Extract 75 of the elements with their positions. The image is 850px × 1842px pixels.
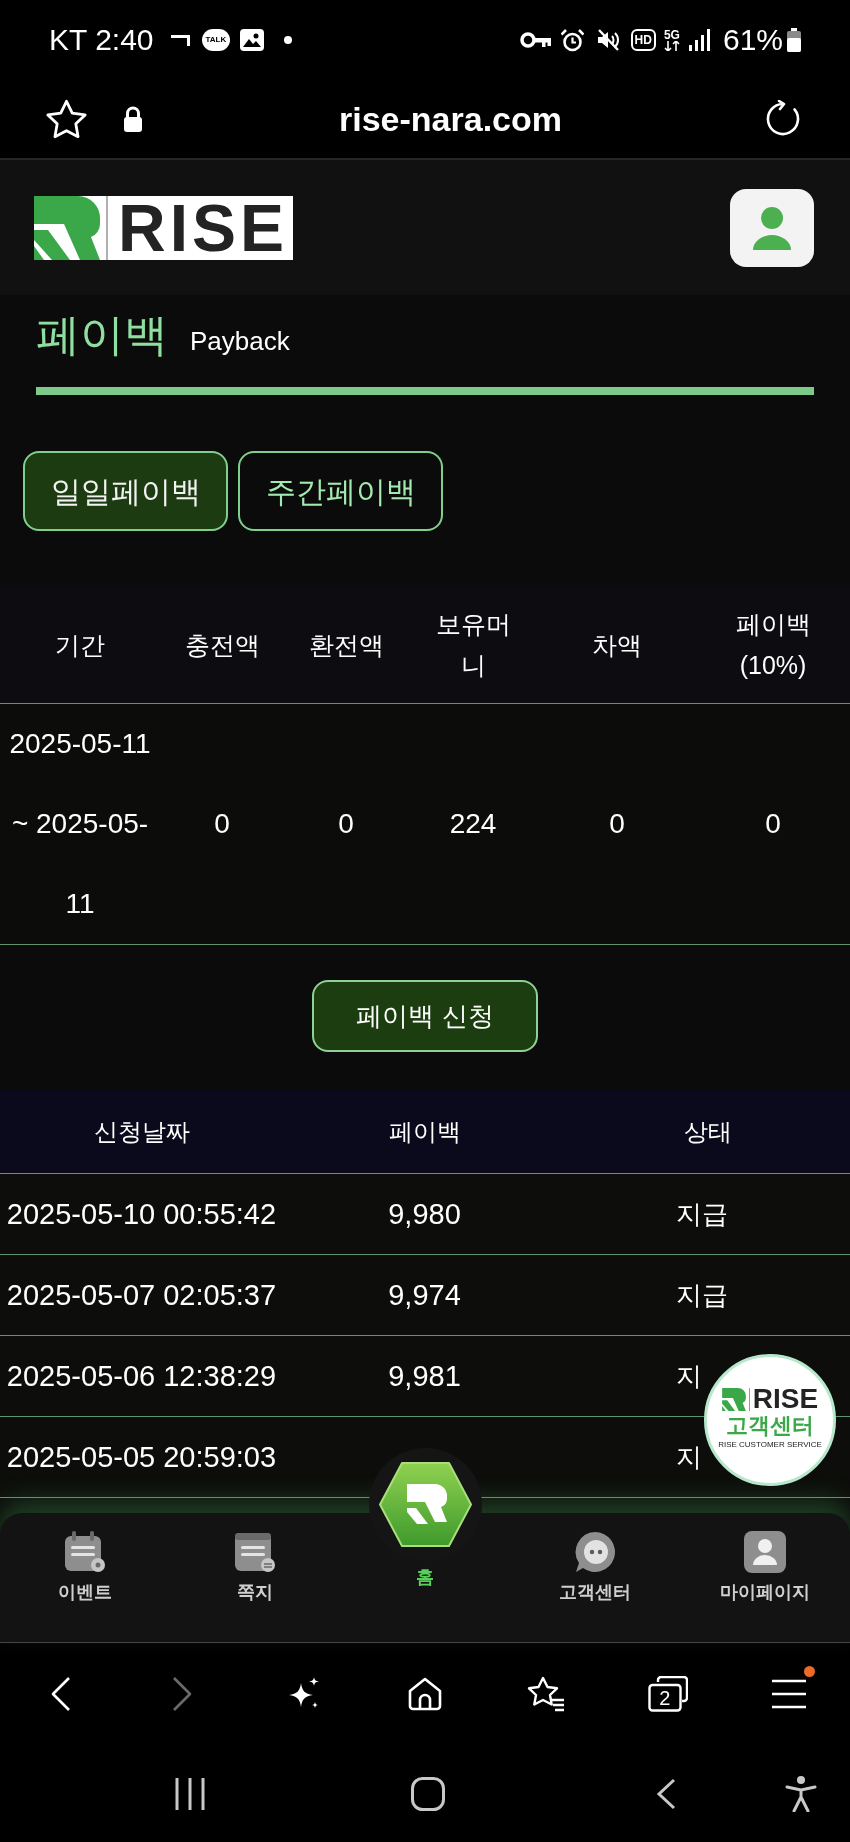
table-cell-text: 0 xyxy=(214,807,230,841)
apply-payback-button[interactable]: 페이백 신청 xyxy=(312,980,538,1052)
bookmarks-icon[interactable] xyxy=(527,1676,566,1712)
column-header: 기간 xyxy=(55,629,105,661)
calendar-icon xyxy=(64,1531,106,1573)
logo-mark-icon xyxy=(721,1387,746,1411)
table-cell-text: 0 xyxy=(609,807,625,841)
star-icon[interactable] xyxy=(46,99,87,139)
table-cell: 2025-05-10 00:55:42 xyxy=(6,1199,277,1229)
signal-icon xyxy=(688,29,711,51)
tab[interactable]: 일일페이백 xyxy=(23,451,228,531)
notification-dot-icon xyxy=(284,36,293,44)
nav-item[interactable]: 이벤트 xyxy=(58,1531,112,1603)
hd-indicator: HD xyxy=(630,29,656,51)
table-cell: 지 xyxy=(676,1363,702,1389)
recent-apps-icon[interactable] xyxy=(175,1777,205,1810)
table-cell-text: 2025-05-11 ~ 2025-05-11 xyxy=(8,727,152,921)
user-icon xyxy=(744,1531,786,1573)
network-type: 5G xyxy=(663,29,680,41)
nav-item[interactable]: 고객센터 xyxy=(559,1531,631,1603)
table-cell-text: 0 xyxy=(338,807,354,841)
column-header: 충전액 xyxy=(184,629,260,661)
lock-icon xyxy=(122,106,144,132)
table-cell: 9,981 xyxy=(388,1361,461,1391)
logo-text: RISE xyxy=(118,195,289,260)
tabs-button[interactable]: 2 xyxy=(647,1676,688,1712)
bracket-icon xyxy=(170,34,190,46)
alarm-icon xyxy=(560,28,584,52)
home-icon[interactable] xyxy=(411,1776,445,1811)
support-caption: RISE CUSTOMER SERVICE xyxy=(718,1440,822,1449)
notepad-icon xyxy=(234,1531,276,1573)
refresh-icon[interactable] xyxy=(764,100,802,138)
key-icon xyxy=(519,32,551,48)
nav-item[interactable]: 쪽지 xyxy=(234,1531,276,1603)
tab[interactable]: 주간페이백 xyxy=(238,451,443,531)
data-arrows-icon xyxy=(663,41,680,51)
table-cell: 2025-05-05 20:59:03 xyxy=(6,1442,277,1472)
column-header: 신청날짜 xyxy=(93,1119,190,1144)
rise-logo[interactable]: RISE xyxy=(34,195,293,260)
table-cell: 2025-05-07 02:05:37 xyxy=(6,1280,277,1310)
menu-icon xyxy=(772,1679,807,1709)
table-cell: 9,974 xyxy=(388,1280,461,1310)
column-header: 페이백(10%) xyxy=(734,609,812,681)
column-header: 차액 xyxy=(592,629,642,661)
column-header: 페이백 xyxy=(388,1119,461,1144)
table-cell: 지급 xyxy=(676,1201,728,1227)
page-subtitle: Payback xyxy=(190,328,290,354)
accessibility-icon[interactable] xyxy=(785,1775,817,1812)
support-title: 고객센터 xyxy=(726,1413,814,1439)
nav-item[interactable]: 마이페이지 xyxy=(720,1531,810,1603)
chat-bubble-icon xyxy=(574,1531,616,1573)
url-text[interactable]: rise-nara.com xyxy=(339,102,562,136)
support-brand: RISE xyxy=(752,1385,819,1413)
table-cell: 2025-05-06 12:38:29 xyxy=(6,1361,277,1391)
back-icon[interactable] xyxy=(656,1777,676,1810)
column-header: 상태 xyxy=(683,1119,732,1144)
table-cell: 9,980 xyxy=(388,1199,461,1229)
carrier-time: KT 2:40 xyxy=(49,25,154,55)
page-title: 페이백 xyxy=(36,313,168,357)
battery-percent: 61% xyxy=(722,25,783,55)
table-cell: 지급 xyxy=(676,1282,728,1308)
table-cell-text: 0 xyxy=(765,807,781,841)
talk-badge: TALK xyxy=(201,29,231,51)
tabs-icon xyxy=(647,1676,688,1712)
home-nav-button[interactable]: 홈 xyxy=(368,1448,482,1588)
logo-mark-icon xyxy=(34,195,100,260)
column-header: 환전액 xyxy=(308,629,384,661)
mute-icon xyxy=(596,29,619,51)
profile-button[interactable] xyxy=(730,188,814,267)
user-icon xyxy=(752,205,792,250)
battery-icon xyxy=(787,28,801,52)
table-cell: 지 xyxy=(676,1444,702,1470)
table-cell-text: 224 xyxy=(449,807,497,841)
image-icon xyxy=(240,29,265,51)
column-header: 보유머니 xyxy=(434,609,512,681)
